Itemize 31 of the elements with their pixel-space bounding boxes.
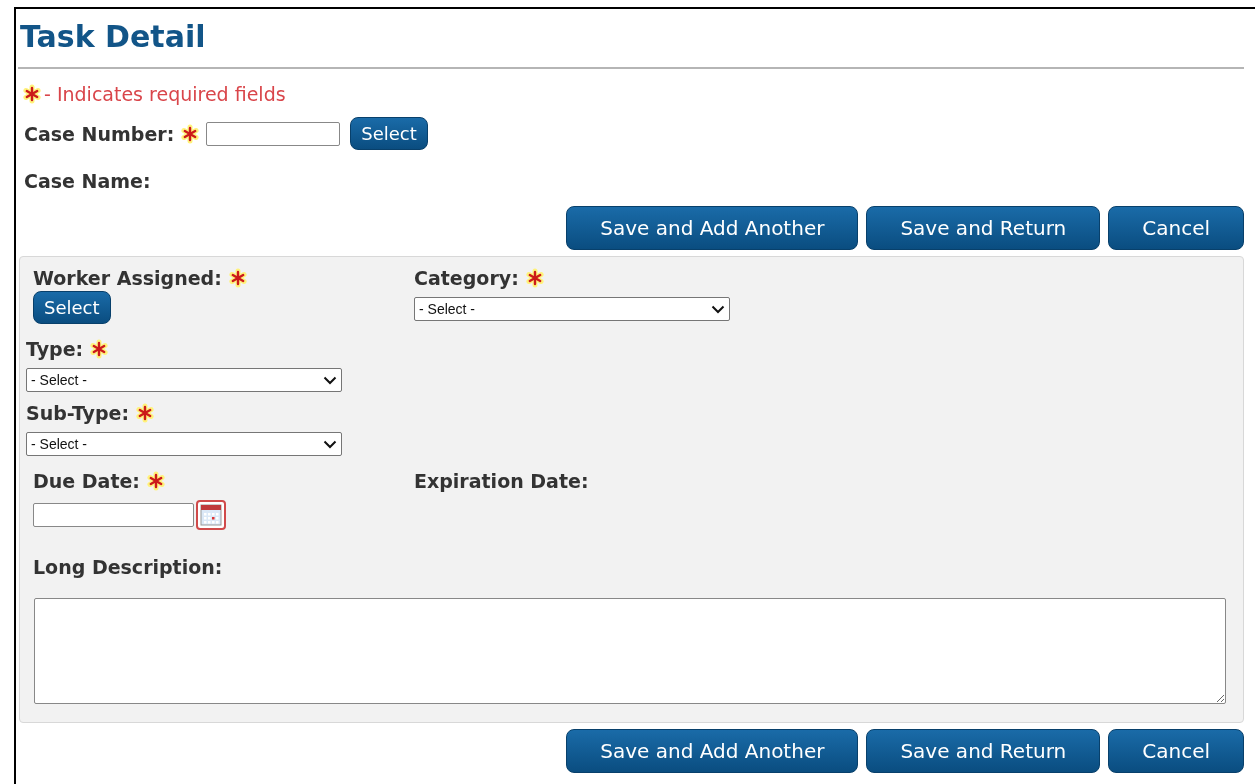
field-label: Expiration Date:	[414, 470, 589, 492]
field-label: Category:	[414, 267, 519, 289]
calendar-button[interactable]	[196, 500, 226, 530]
action-button[interactable]: Save and Add Another	[566, 729, 859, 773]
required-icon	[22, 84, 42, 104]
due-date-input[interactable]	[33, 503, 194, 527]
field-label: Case Name:	[24, 170, 151, 192]
action-button[interactable]: Cancel	[1108, 206, 1244, 250]
field-label: Case Number:	[24, 122, 175, 145]
required-note: - Indicates required fields	[44, 83, 286, 105]
calendar-icon	[200, 504, 222, 526]
chevron-down-icon	[323, 439, 337, 449]
select-button[interactable]: Select	[33, 291, 111, 324]
type-dropdown[interactable]: - Select -	[26, 368, 342, 392]
long-description-textarea[interactable]	[34, 598, 1226, 704]
field-label: Worker Assigned:	[33, 267, 222, 289]
action-button[interactable]: Save and Return	[866, 206, 1101, 250]
chevron-down-icon	[323, 375, 337, 385]
case-number-input[interactable]	[206, 121, 341, 146]
select-button[interactable]: Select	[350, 117, 428, 150]
category-dropdown[interactable]: - Select -	[414, 297, 730, 321]
action-button[interactable]: Save and Add Another	[566, 206, 859, 250]
field-label: Sub-Type:	[26, 402, 130, 424]
field-label: Due Date:	[33, 470, 140, 492]
page-title: Task Detail	[20, 19, 207, 55]
action-button[interactable]: Cancel	[1108, 729, 1244, 773]
sub-type-dropdown[interactable]: - Select -	[26, 432, 342, 456]
field-label: Long Description:	[33, 556, 223, 578]
chevron-down-icon	[711, 304, 725, 314]
action-button[interactable]: Save and Return	[866, 729, 1101, 773]
field-label: Type:	[26, 338, 84, 360]
